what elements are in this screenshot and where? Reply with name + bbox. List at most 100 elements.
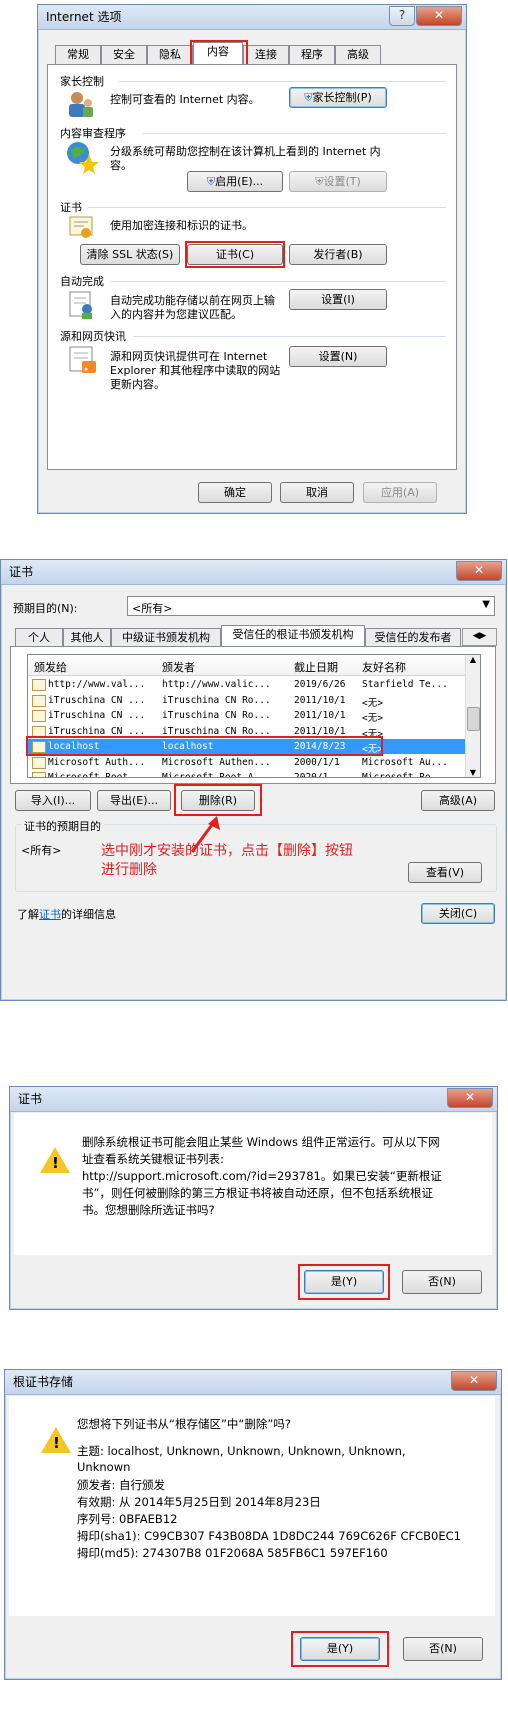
cancel-button[interactable]: 取消 (280, 482, 354, 503)
table-cell: iTruschina CN ... (48, 725, 146, 737)
close-button[interactable]: 关闭(C) (421, 903, 495, 924)
feeds-settings-button[interactable]: 设置(N) (289, 346, 387, 367)
table-cell: Microsoft Root... (48, 772, 146, 778)
parental-control-button[interactable]: ⛨家长控制(P) (289, 87, 387, 108)
purpose-select[interactable]: <所有> ▼ (127, 596, 495, 616)
import-button[interactable]: 导入(I)... (15, 790, 91, 811)
tab-others[interactable]: 其他人 (63, 628, 111, 647)
learn-more-link[interactable]: 证书 (39, 908, 61, 921)
scroll-thumb[interactable] (467, 707, 480, 731)
table-cell: iTruschina CN Ro... (162, 694, 271, 706)
tab-advanced[interactable]: 高级 (335, 45, 381, 64)
tab-general[interactable]: 常规 (55, 45, 101, 64)
advanced-button[interactable]: 高级(A) (421, 790, 495, 811)
warning-icon (41, 1427, 71, 1453)
close-icon[interactable]: ✕ (416, 6, 462, 26)
tab-scroll-buttons[interactable]: ◀▶ (462, 628, 497, 646)
clear-ssl-button[interactable]: 清除 SSL 状态(S) (80, 244, 180, 265)
help-icon[interactable]: ? (389, 6, 415, 26)
warning-line-3: http://support.microsoft.com/?id=293781。… (82, 1169, 442, 1183)
title-bar[interactable]: 根证书存储 ✕ (5, 1370, 501, 1395)
certificate-list[interactable]: 颁发给 颁发者 截止日期 友好名称 http://www.val... http:… (27, 654, 481, 778)
title-bar[interactable]: 证书 ✕ (10, 1087, 497, 1112)
warning-line-2: 址查看系统关键根证书列表: (82, 1152, 224, 1166)
yes-button[interactable]: 是(Y) (300, 1637, 380, 1661)
column-expiration[interactable]: 截止日期 (294, 659, 338, 675)
purpose-label: 预期目的(N): (13, 602, 78, 615)
close-icon[interactable]: ✕ (447, 1088, 493, 1108)
advisor-description-2: 容。 (110, 159, 132, 172)
table-cell: Microsoft Authen... (162, 756, 271, 768)
tab-content[interactable]: 内容 (193, 42, 243, 64)
table-cell: 2019/6/26 (294, 679, 346, 690)
table-cell: http://www.valic... (162, 679, 271, 690)
advisor-settings-button[interactable]: ⛨设置(T) (289, 171, 387, 192)
yes-button[interactable]: 是(Y) (304, 1270, 384, 1294)
scroll-down-icon[interactable]: ▼ (466, 768, 480, 777)
autocomplete-icon (69, 291, 92, 319)
title-bar[interactable]: Internet 选项 ? ✕ (38, 5, 466, 30)
no-button[interactable]: 否(N) (403, 1637, 483, 1661)
table-cell: <无> (362, 713, 383, 724)
store-subject-2: Unknown (77, 1460, 131, 1474)
certificates-dialog: 证书 ✕ 预期目的(N): <所有> ▼ 个人 其他人 中级证书颁发机构 受信任… (0, 559, 507, 1001)
content-advisor-icon (67, 142, 99, 174)
tab-connections[interactable]: 连接 (243, 45, 289, 64)
table-cell: localhost (48, 741, 100, 752)
tab-privacy[interactable]: 隐私 (147, 45, 193, 64)
tab-security[interactable]: 安全 (101, 45, 147, 64)
delete-button[interactable]: 删除(R) (181, 790, 255, 811)
autocomplete-description-2: 入的内容并为您建议匹配。 (110, 308, 242, 321)
table-row[interactable]: localhost localhost 2014/8/23 <无> (28, 739, 466, 755)
autocomplete-group-title: 自动完成 (60, 275, 104, 288)
annotation-line-1: 选中刚才安装的证书，点击【删除】按钮 (101, 843, 353, 859)
publishers-button[interactable]: 发行者(B) (289, 244, 387, 265)
tab-trusted-root-ca[interactable]: 受信任的根证书颁发机构 (221, 625, 365, 647)
scrollbar[interactable]: ▲ ▼ (465, 655, 480, 777)
table-row[interactable]: Microsoft Root... Microsoft Root A... 2020… (28, 770, 466, 778)
autocomplete-settings-button[interactable]: 设置(I) (289, 289, 387, 310)
export-button[interactable]: 导出(E)... (97, 790, 171, 811)
shield-icon: ⛨ (304, 91, 313, 104)
tab-intermediate-ca[interactable]: 中级证书颁发机构 (111, 628, 221, 647)
close-icon[interactable]: ✕ (456, 561, 502, 581)
scroll-up-icon[interactable]: ▲ (466, 655, 480, 664)
view-button[interactable]: 查看(V) (408, 862, 482, 883)
table-cell: iTruschina CN Ro... (162, 710, 271, 721)
certificates-button[interactable]: 证书(C) (187, 244, 283, 265)
table-cell: <无> (362, 697, 383, 709)
purposes-group-title: 证书的预期目的 (21, 818, 104, 834)
window-title: 证书 (18, 1092, 43, 1106)
column-friendly-name[interactable]: 友好名称 (362, 659, 406, 675)
table-cell: <无> (362, 728, 383, 740)
table-cell: iTruschina CN Ro... (162, 725, 271, 737)
tab-personal[interactable]: 个人 (15, 628, 63, 647)
table-row[interactable]: iTruschina CN ... iTruschina CN Ro... 2011… (28, 693, 466, 709)
table-cell: Microsoft Au... (362, 756, 448, 768)
feeds-group-title: 源和网页快讯 (60, 330, 126, 343)
warning-line-1: 删除系统根证书可能会阻止某些 Windows 组件正常运行。可从以下网 (82, 1135, 440, 1149)
title-bar[interactable]: 证书 ✕ (1, 560, 506, 585)
table-cell: Starfield Te... (362, 679, 448, 690)
certificate-icon (32, 756, 46, 769)
ok-button[interactable]: 确定 (198, 482, 272, 503)
store-validity: 有效期: 从 2014年5月25日到 2014年8月23日 (77, 1495, 321, 1509)
table-row[interactable]: iTruschina CN ... iTruschina CN Ro... 2011… (28, 708, 466, 724)
advisor-enable-button[interactable]: ⛨启用(E)... (187, 171, 283, 192)
window-title: 根证书存储 (13, 1375, 74, 1389)
column-issued-to[interactable]: 颁发给 (34, 659, 67, 675)
table-cell: localhost (162, 741, 214, 752)
feeds-description-3: 更新内容。 (110, 378, 165, 391)
parental-group-title: 家长控制 (60, 75, 104, 88)
tab-programs[interactable]: 程序 (289, 45, 335, 64)
close-icon[interactable]: ✕ (451, 1371, 497, 1391)
no-button[interactable]: 否(N) (402, 1270, 482, 1294)
apply-button[interactable]: 应用(A) (363, 482, 437, 503)
table-row[interactable]: Microsoft Auth... Microsoft Authen... 2000… (28, 755, 466, 770)
tab-trusted-publishers[interactable]: 受信任的发布者 (365, 628, 461, 647)
column-issued-by[interactable]: 颁发者 (162, 659, 195, 675)
table-row[interactable]: http://www.val... http://www.valic... 2019… (28, 677, 466, 692)
root-store-dialog: 根证书存储 ✕ 您想将下列证书从“根存储区”中“删除”吗? 主题: localh… (4, 1369, 502, 1680)
parental-control-icon (69, 92, 93, 117)
table-row[interactable]: iTruschina CN ... iTruschina CN Ro... 2011… (28, 724, 466, 740)
